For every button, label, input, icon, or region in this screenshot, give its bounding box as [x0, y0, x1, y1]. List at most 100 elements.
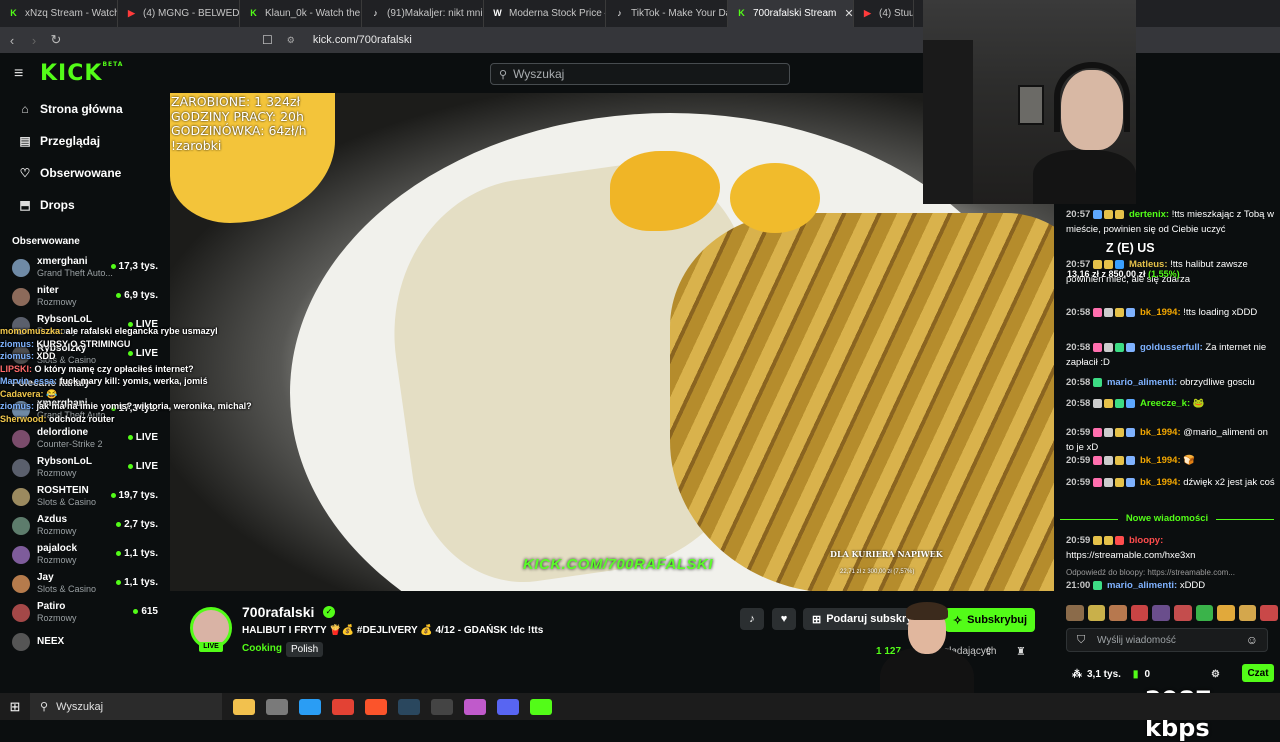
- emote-icon[interactable]: [1109, 605, 1127, 621]
- emote-icon[interactable]: [1087, 605, 1106, 621]
- browser-tab[interactable]: ▶ (4) MGNG - BELWEDER (o: [118, 0, 240, 27]
- chat-message[interactable]: 20:59 bk_1994: 🍞: [1066, 454, 1276, 469]
- steam-icon[interactable]: [398, 698, 420, 715]
- taskbar-search[interactable]: ⚲ Wyszukaj: [30, 693, 222, 720]
- followed-section-title: Obserwowane: [12, 235, 80, 247]
- sidebar-channel[interactable]: niter Rozmowy 6,9 tys.: [0, 282, 170, 311]
- chat-message[interactable]: 20:57 dertenix: !tts mieszkając z Tobą w…: [1066, 208, 1276, 237]
- browser-tab[interactable]: ♪ TikTok - Make Your Day: [606, 0, 728, 27]
- browser-tab[interactable]: ♪ (91)Makaljer: nikt mnie ni: [362, 0, 484, 27]
- chat-message[interactable]: 20:58 mario_alimenti: obrzydliwe gosciu: [1066, 376, 1276, 391]
- emoji-icon[interactable]: ☺: [1246, 633, 1258, 647]
- mail-icon[interactable]: [266, 698, 288, 715]
- sidebar-channel[interactable]: RybsonLoL Rozmowy LIVE: [0, 453, 170, 482]
- chat-badge-icon: [1104, 342, 1114, 352]
- emote-icon[interactable]: [1066, 605, 1084, 621]
- sidebar-channel[interactable]: Jay Slots & Casino 1,1 tys.: [0, 569, 170, 598]
- chat-username[interactable]: bk_1994:: [1140, 477, 1181, 488]
- emote-icon[interactable]: [1260, 605, 1278, 621]
- kick-icon[interactable]: [530, 698, 552, 715]
- search-input[interactable]: ⚲ Wyszukaj: [490, 63, 790, 85]
- brave-icon[interactable]: [365, 698, 387, 715]
- browser-tab[interactable]: K 700rafalski Stream ✕: [728, 0, 854, 27]
- kick-logo[interactable]: KICKBETA: [40, 61, 123, 86]
- edge-icon[interactable]: [299, 698, 321, 715]
- emote-icon[interactable]: [1152, 605, 1170, 621]
- chat-username[interactable]: bk_1994:: [1140, 307, 1181, 318]
- sidebar-channel[interactable]: pajalock Rozmowy 1,1 tys.: [0, 540, 170, 569]
- chat-message[interactable]: 20:59 bloopy: https://streamable.com/hxe…: [1066, 534, 1276, 563]
- chat-username[interactable]: dertenix:: [1129, 209, 1169, 220]
- chat-send-button[interactable]: Czat: [1242, 664, 1274, 682]
- bookmark-icon[interactable]: ☐: [262, 33, 273, 47]
- chat-timestamp: 20:58: [1066, 398, 1091, 409]
- browser-tab[interactable]: K Klaun_0k - Watch the VOD: [240, 0, 362, 27]
- notification-bell-button[interactable]: ♪: [740, 608, 764, 630]
- channel-name[interactable]: 700rafalski: [242, 604, 314, 620]
- discord-icon[interactable]: [497, 698, 519, 715]
- reload-icon[interactable]: ↻: [46, 32, 66, 48]
- stream-tag[interactable]: Polish: [286, 642, 324, 657]
- share-icon[interactable]: ⇪: [984, 645, 993, 658]
- mod-icon[interactable]: ♜: [1016, 645, 1026, 658]
- channel-name: Azdus: [37, 514, 67, 525]
- chat-username[interactable]: goldusserfull:: [1140, 342, 1203, 353]
- streamer-hair: [906, 602, 948, 620]
- emote-icon[interactable]: [1238, 605, 1257, 621]
- emote-icon[interactable]: [1173, 605, 1192, 621]
- emote-icon[interactable]: [1130, 605, 1149, 621]
- follow-button[interactable]: ♥: [772, 608, 796, 630]
- sidebar-channel[interactable]: NEEX: [0, 627, 170, 656]
- chat-username[interactable]: mario_alimenti:: [1107, 377, 1177, 388]
- file-explorer-icon[interactable]: [233, 698, 255, 715]
- tab-title: (4) Stuu: [879, 8, 914, 19]
- chat-username[interactable]: bloopy:: [1129, 535, 1163, 546]
- overlay-chat-line: Sherwood: odchodz router: [0, 413, 270, 426]
- new-messages-divider[interactable]: Nowe wiadomości: [1060, 513, 1274, 524]
- browser-tab[interactable]: KxNzq Stream - Watch Live: [0, 0, 118, 27]
- sidebar-channel[interactable]: xmerghani Grand Theft Auto... 17,3 tys.: [0, 253, 170, 282]
- browser-tab[interactable]: ▶ (4) Stuu: [854, 0, 914, 27]
- chat-input[interactable]: ⛉ Wyślij wiadomość ☺: [1066, 628, 1268, 652]
- back-icon[interactable]: ‹: [2, 33, 22, 48]
- chrome-icon[interactable]: [332, 698, 354, 715]
- url-field[interactable]: kick.com/700rafalski: [313, 34, 412, 46]
- chat-username[interactable]: Areecze_k:: [1140, 398, 1190, 409]
- emote-icon[interactable]: [1195, 605, 1214, 621]
- shield-icon[interactable]: ⛉: [1077, 634, 1085, 647]
- live-dot-icon: [116, 521, 122, 527]
- sidebar-channel[interactable]: ROSHTEIN Slots & Casino 19,7 tys.: [0, 482, 170, 511]
- sidebar-channel[interactable]: Azdus Rozmowy 2,7 tys.: [0, 511, 170, 540]
- forward-icon[interactable]: ›: [24, 33, 44, 48]
- channel-viewers: 17,3 tys.: [110, 261, 158, 272]
- chat-message[interactable]: 20:58 goldusserfull: Za internet nie zap…: [1066, 341, 1276, 370]
- chat-username[interactable]: bk_1994:: [1140, 455, 1181, 466]
- menu-icon[interactable]: ≡: [14, 65, 23, 83]
- sidebar-channel[interactable]: delordione Counter-Strike 2 LIVE: [0, 424, 170, 453]
- chat-message[interactable]: 21:00 mario_alimenti: xDDD: [1066, 579, 1276, 594]
- chat-username[interactable]: bk_1994:: [1140, 427, 1181, 438]
- obs-icon[interactable]: [431, 698, 453, 715]
- tab-title: TikTok - Make Your Day: [631, 8, 728, 19]
- close-tab-icon[interactable]: ✕: [844, 7, 853, 20]
- emote-icon[interactable]: [1217, 605, 1235, 621]
- sidebar-nav-item[interactable]: ♡ Obserwowane: [0, 157, 170, 189]
- chat-message[interactable]: 20:58 bk_1994: !tts loading xDDD: [1066, 306, 1276, 321]
- app-icon[interactable]: [464, 698, 486, 715]
- browser-tab[interactable]: W Moderna Stock Price — M: [484, 0, 606, 27]
- site-info-icon[interactable]: ⚙: [287, 35, 295, 46]
- sidebar-nav-item[interactable]: ⌂ Strona główna: [0, 93, 170, 125]
- sidebar-nav-item[interactable]: ⬒ Drops: [0, 189, 170, 221]
- stream-category[interactable]: Cooking: [242, 643, 282, 654]
- chat-badge-icon: [1115, 427, 1125, 437]
- sidebar-channel[interactable]: Patiro Rozmowy 615: [0, 598, 170, 627]
- chat-message[interactable]: 20:59 bk_1994: @mario_alimenti on to je …: [1066, 426, 1276, 455]
- chat-message[interactable]: 20:59 bk_1994: dźwięk x2 jest jak coś: [1066, 476, 1276, 491]
- settings-icon[interactable]: ⚙: [1211, 669, 1220, 680]
- sidebar-nav-item[interactable]: ▤ Przeglądaj: [0, 125, 170, 157]
- windows-start-icon[interactable]: ⊞: [0, 699, 30, 715]
- chat-input-placeholder: Wyślij wiadomość: [1097, 634, 1176, 646]
- chat-message[interactable]: 20:58 Areecze_k: 🐸: [1066, 397, 1276, 412]
- chat-username[interactable]: mario_alimenti:: [1107, 580, 1177, 591]
- video-player[interactable]: KICK.COM/700RAFALSKI DLA KURIERA NAPIWEK…: [170, 93, 1054, 591]
